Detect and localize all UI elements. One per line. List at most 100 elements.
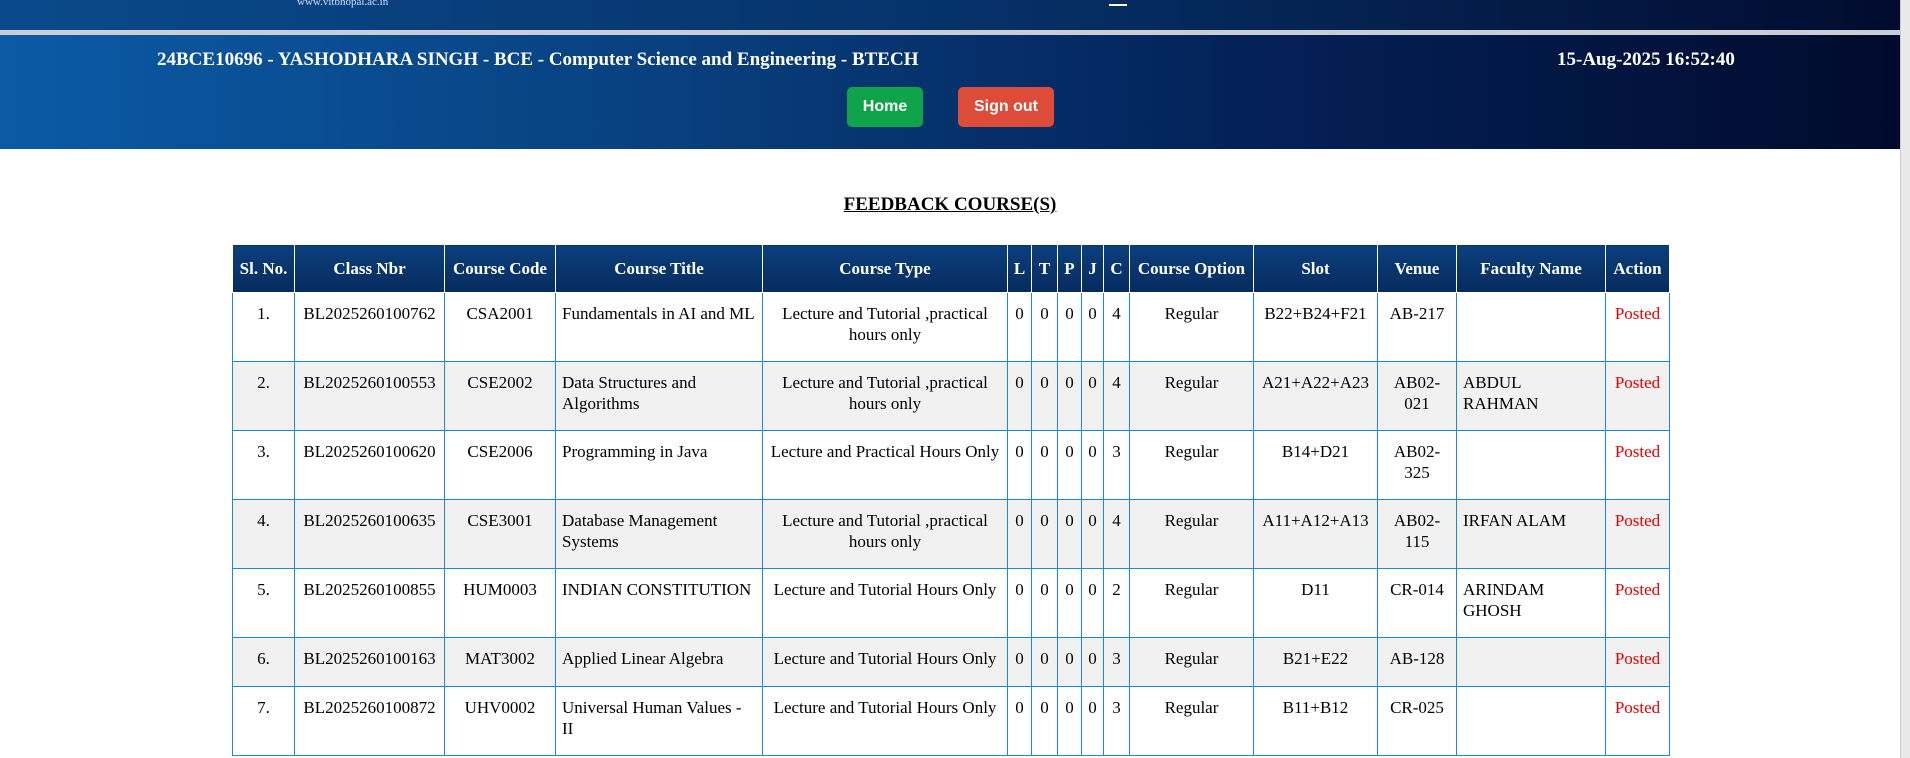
cell-c: 4 bbox=[1103, 292, 1130, 362]
sign-out-button[interactable]: Sign out bbox=[958, 87, 1054, 127]
cell-slot: D11 bbox=[1253, 568, 1378, 638]
col-header-t: T bbox=[1031, 244, 1058, 293]
cell-course-title: Applied Linear Algebra bbox=[555, 637, 763, 687]
cell-t: 0 bbox=[1031, 361, 1058, 431]
cell-venue: AB02-325 bbox=[1377, 430, 1457, 500]
cell-course-option: Regular bbox=[1129, 637, 1254, 687]
cell-course-type: Lecture and Tutorial ,practical hours on… bbox=[762, 292, 1008, 362]
cell-l: 0 bbox=[1007, 361, 1032, 431]
cell-venue: CR-014 bbox=[1377, 568, 1457, 638]
cell-faculty-name: ABDUL RAHMAN bbox=[1456, 361, 1606, 431]
col-header-venue: Venue bbox=[1377, 244, 1457, 293]
col-header-class-nbr: Class Nbr bbox=[294, 244, 445, 293]
col-header-j: J bbox=[1081, 244, 1104, 293]
cell-p: 0 bbox=[1057, 361, 1082, 431]
cell-sl-no: 7. bbox=[232, 686, 295, 756]
cell-j: 0 bbox=[1081, 637, 1104, 687]
cell-p: 0 bbox=[1057, 430, 1082, 500]
cell-action-posted[interactable]: Posted bbox=[1605, 686, 1670, 756]
scrollbar[interactable] bbox=[1900, 0, 1910, 758]
cell-course-type: Lecture and Tutorial Hours Only bbox=[762, 637, 1008, 687]
cell-slot: B21+E22 bbox=[1253, 637, 1378, 687]
cell-l: 0 bbox=[1007, 430, 1032, 500]
cell-c: 3 bbox=[1103, 637, 1130, 687]
cell-sl-no: 3. bbox=[232, 430, 295, 500]
cell-sl-no: 2. bbox=[232, 361, 295, 431]
cell-c: 2 bbox=[1103, 568, 1130, 638]
cell-course-type: Lecture and Tutorial Hours Only bbox=[762, 568, 1008, 638]
feedback-courses-table: Sl. No. Class Nbr Course Code Course Tit… bbox=[232, 244, 1670, 756]
cell-class-nbr: BL2025260100635 bbox=[294, 499, 445, 569]
table-row: 6. BL2025260100163 MAT3002 Applied Linea… bbox=[232, 637, 1670, 687]
cell-faculty-name bbox=[1456, 292, 1606, 362]
table-row: 7. BL2025260100872 UHV0002 Universal Hum… bbox=[232, 686, 1670, 756]
cell-slot: B14+D21 bbox=[1253, 430, 1378, 500]
cell-venue: AB-128 bbox=[1377, 637, 1457, 687]
cell-slot: A21+A22+A23 bbox=[1253, 361, 1378, 431]
cell-class-nbr: BL2025260100762 bbox=[294, 292, 445, 362]
cell-p: 0 bbox=[1057, 292, 1082, 362]
cell-faculty-name bbox=[1456, 637, 1606, 687]
col-header-slot: Slot bbox=[1253, 244, 1378, 293]
cell-slot: B11+B12 bbox=[1253, 686, 1378, 756]
cell-t: 0 bbox=[1031, 430, 1058, 500]
cell-class-nbr: BL2025260100872 bbox=[294, 686, 445, 756]
cell-action-posted[interactable]: Posted bbox=[1605, 292, 1670, 362]
cell-c: 3 bbox=[1103, 686, 1130, 756]
cell-t: 0 bbox=[1031, 568, 1058, 638]
site-url: www.vitbhopal.ac.in bbox=[297, 0, 389, 8]
col-header-course-type: Course Type bbox=[762, 244, 1008, 293]
cell-j: 0 bbox=[1081, 686, 1104, 756]
cell-p: 0 bbox=[1057, 637, 1082, 687]
cell-slot: A11+A12+A13 bbox=[1253, 499, 1378, 569]
cell-t: 0 bbox=[1031, 637, 1058, 687]
cell-l: 0 bbox=[1007, 499, 1032, 569]
cell-p: 0 bbox=[1057, 499, 1082, 569]
table-row: 5. BL2025260100855 HUM0003 INDIAN CONSTI… bbox=[232, 568, 1670, 638]
cell-c: 3 bbox=[1103, 430, 1130, 500]
cell-course-option: Regular bbox=[1129, 292, 1254, 362]
cell-venue: AB02-021 bbox=[1377, 361, 1457, 431]
home-button[interactable]: Home bbox=[847, 87, 923, 127]
cell-action-posted[interactable]: Posted bbox=[1605, 568, 1670, 638]
cell-class-nbr: BL2025260100855 bbox=[294, 568, 445, 638]
cell-faculty-name bbox=[1456, 686, 1606, 756]
cell-j: 0 bbox=[1081, 430, 1104, 500]
cell-course-type: Lecture and Tutorial ,practical hours on… bbox=[762, 361, 1008, 431]
cell-course-code: MAT3002 bbox=[444, 637, 556, 687]
cell-p: 0 bbox=[1057, 568, 1082, 638]
cell-l: 0 bbox=[1007, 292, 1032, 362]
page-title: FEEDBACK COURSE(S) bbox=[843, 194, 1057, 215]
cell-course-code: CSE3001 bbox=[444, 499, 556, 569]
cell-t: 0 bbox=[1031, 499, 1058, 569]
cell-course-code: CSE2002 bbox=[444, 361, 556, 431]
cell-course-title: INDIAN CONSTITUTION bbox=[555, 568, 763, 638]
cell-action-posted[interactable]: Posted bbox=[1605, 499, 1670, 569]
cell-course-option: Regular bbox=[1129, 568, 1254, 638]
cell-j: 0 bbox=[1081, 568, 1104, 638]
cell-course-title: Data Structures and Algorithms bbox=[555, 361, 763, 431]
cell-class-nbr: BL2025260100553 bbox=[294, 361, 445, 431]
cell-class-nbr: BL2025260100620 bbox=[294, 430, 445, 500]
cell-course-type: Lecture and Practical Hours Only bbox=[762, 430, 1008, 500]
cell-course-title: Universal Human Values - II bbox=[555, 686, 763, 756]
cell-action-posted[interactable]: Posted bbox=[1605, 637, 1670, 687]
cell-course-code: CSA2001 bbox=[444, 292, 556, 362]
cell-course-option: Regular bbox=[1129, 499, 1254, 569]
col-header-course-code: Course Code bbox=[444, 244, 556, 293]
cell-l: 0 bbox=[1007, 686, 1032, 756]
cell-action-posted[interactable]: Posted bbox=[1605, 361, 1670, 431]
cell-p: 0 bbox=[1057, 686, 1082, 756]
cell-course-title: Programming in Java bbox=[555, 430, 763, 500]
col-header-l: L bbox=[1007, 244, 1032, 293]
page-header: 24BCE10696 - YASHODHARA SINGH - BCE - Co… bbox=[0, 35, 1900, 149]
cell-t: 0 bbox=[1031, 686, 1058, 756]
cell-course-type: Lecture and Tutorial Hours Only bbox=[762, 686, 1008, 756]
cell-l: 0 bbox=[1007, 637, 1032, 687]
col-header-sl-no: Sl. No. bbox=[232, 244, 295, 293]
menu-indicator bbox=[1109, 4, 1127, 6]
cell-course-code: HUM0003 bbox=[444, 568, 556, 638]
table-header-row: Sl. No. Class Nbr Course Code Course Tit… bbox=[232, 244, 1670, 293]
cell-action-posted[interactable]: Posted bbox=[1605, 430, 1670, 500]
cell-c: 4 bbox=[1103, 361, 1130, 431]
